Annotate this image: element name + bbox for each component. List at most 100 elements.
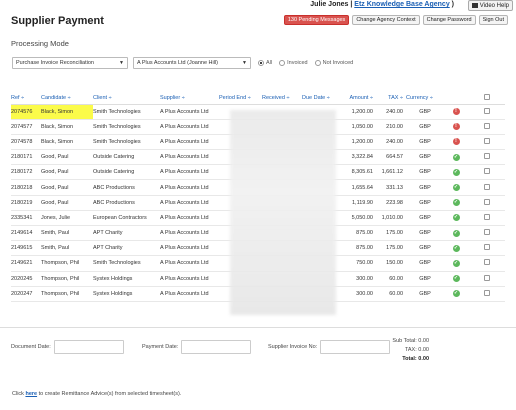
supplier-invoice-field: Supplier Invoice No: [268,340,391,354]
col-status [444,93,468,105]
cell-currency: GBP [406,164,444,181]
change-agency-button[interactable]: Change Agency Context [352,15,420,25]
cell-client: Outside Catering [93,149,160,166]
cell-candidate: Black, Simon [41,119,93,135]
cell-select [468,104,505,120]
supplier-select[interactable]: A Plus Accounts Ltd (Joanne Hill) ▼ [133,57,251,69]
cell-ref: 2180219 [11,195,41,211]
cell-client: Smith Technologies [93,255,160,272]
sign-out-button[interactable]: Sign Out [478,15,508,25]
chevron-down-icon: ▼ [119,60,124,66]
col-supplier[interactable]: Supplier ÷ [160,93,219,105]
cell-amount: 5,050.00 [340,210,376,227]
cell-select [468,271,505,287]
cell-currency: GBP [406,255,444,272]
cell-status: ✓ [444,286,468,302]
cell-select [468,134,505,151]
col-received[interactable]: Received ÷ [262,93,302,105]
supplier-select-value: A Plus Accounts Ltd (Joanne Hill) [137,60,219,66]
footer-note-suffix: to create Remittance Advice(s) from sele… [38,391,182,397]
cell-candidate: Smith, Paul [41,240,93,257]
row-checkbox[interactable] [483,289,490,296]
cell-supplier: A Plus Accounts Ltd [160,195,219,211]
radio-all-label: All [266,60,273,66]
radio-button[interactable] [258,60,264,66]
cell-select [468,255,505,272]
cell-candidate: Good, Paul [41,179,93,196]
cell-supplier: A Plus Accounts Ltd [160,271,219,287]
cell-tax: 175.00 [376,225,406,242]
check-icon: ✓ [452,153,460,161]
document-date-input[interactable] [53,340,124,354]
radio-not-invoiced[interactable]: Not Invoiced [314,60,353,66]
mode-select[interactable]: Purchase Invoice Reconciliation ▼ [12,57,128,69]
cell-tax: 210.00 [376,119,406,135]
cell-ref: 2020245 [11,271,41,287]
header-buttons: 130 Pending Messages Change Agency Conte… [283,15,508,25]
agency-link[interactable]: Etz Knowledge Base Agency [354,1,449,8]
create-remittance-link[interactable]: here [25,391,37,397]
cell-amount: 750.00 [340,255,376,272]
row-checkbox[interactable] [483,244,490,251]
col-candidate[interactable]: Candidate ÷ [41,93,93,105]
change-password-button[interactable]: Change Password [422,15,476,25]
cell-candidate: Smith, Paul [41,225,93,242]
col-due-date[interactable]: Due Date ÷ [302,93,340,105]
row-checkbox[interactable] [483,153,490,160]
row-checkbox[interactable] [483,137,490,144]
cell-select [468,286,505,302]
cell-ref: 2149614 [11,225,41,242]
cell-select [468,210,505,227]
row-checkbox[interactable] [483,229,490,236]
row-checkbox[interactable] [483,274,490,281]
pending-messages-button[interactable]: 130 Pending Messages [283,15,350,25]
row-checkbox[interactable] [483,168,490,175]
cell-status: ✓ [444,255,468,272]
cell-candidate: Thompson, Phil [41,271,93,287]
cell-select [468,225,505,242]
cell-candidate: Black, Simon [41,134,93,151]
cell-tax: 223.98 [376,195,406,211]
cell-candidate: Thompson, Phil [41,255,93,272]
supplier-invoice-input[interactable] [320,340,391,354]
cell-candidate: Good, Paul [41,164,93,181]
row-checkbox[interactable] [483,198,490,205]
select-all-checkbox[interactable] [483,94,490,101]
col-currency[interactable]: Currency ÷ [406,93,444,105]
cell-amount: 3,322.84 [340,149,376,166]
cell-currency: GBP [406,119,444,135]
row-checkbox[interactable] [483,213,490,220]
row-checkbox[interactable] [483,259,490,266]
cell-select [468,149,505,166]
cell-tax: 664.57 [376,149,406,166]
sub-total: Sub Total: 0.00 [392,338,429,344]
cell-client: APT Charity [93,225,160,242]
cell-tax: 175.00 [376,240,406,257]
payment-date-input[interactable] [181,340,252,354]
cell-tax: 60.00 [376,271,406,287]
row-checkbox[interactable] [483,122,490,129]
check-icon: ✓ [452,275,460,283]
col-tax[interactable]: TAX ÷ [376,93,406,105]
radio-button[interactable] [279,60,286,66]
radio-invoiced[interactable]: Invoiced [279,60,308,66]
video-help-button[interactable]: Video Help [467,0,513,11]
col-period-end[interactable]: Period End ÷ [219,93,262,105]
cell-client: European Contractors [93,210,160,227]
cell-ref: 2074578 [11,134,41,151]
redacted-dates [230,110,336,315]
cell-tax: 1,661.12 [376,164,406,181]
cell-supplier: A Plus Accounts Ltd [160,149,219,166]
col-ref[interactable]: Ref ÷ [11,93,41,105]
col-amount[interactable]: Amount ÷ [340,93,376,105]
cell-ref: 2180218 [11,179,41,196]
cell-ref: 2180171 [11,149,41,166]
col-client[interactable]: Client ÷ [93,93,160,105]
radio-all[interactable]: All [258,60,272,66]
row-checkbox[interactable] [483,107,490,114]
radio-button[interactable] [314,60,321,66]
row-checkbox[interactable] [483,183,490,190]
table-header-row: Ref ÷ Candidate ÷ Client ÷ Supplier ÷ Pe… [11,93,505,105]
cell-supplier: A Plus Accounts Ltd [160,134,219,151]
cell-status: ✓ [444,210,468,227]
